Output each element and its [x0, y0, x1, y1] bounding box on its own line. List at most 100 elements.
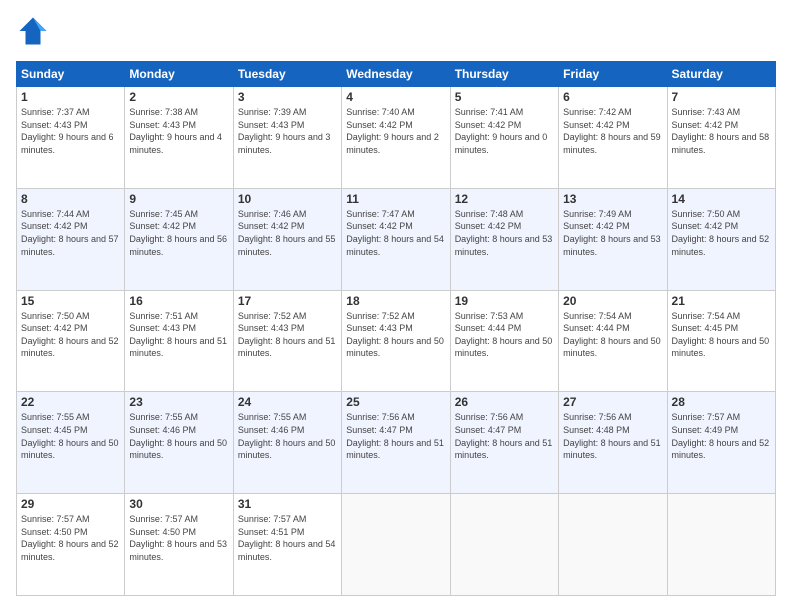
calendar-cell: 17 Sunrise: 7:52 AMSunset: 4:43 PMDayligh… — [233, 290, 341, 392]
calendar-cell: 31 Sunrise: 7:57 AMSunset: 4:51 PMDayligh… — [233, 494, 341, 596]
day-info: Sunrise: 7:45 AMSunset: 4:42 PMDaylight:… — [129, 208, 228, 258]
page: SundayMondayTuesdayWednesdayThursdayFrid… — [0, 0, 792, 612]
day-number: 30 — [129, 497, 228, 511]
day-number: 6 — [563, 90, 662, 104]
calendar-cell: 7 Sunrise: 7:43 AMSunset: 4:42 PMDaylight… — [667, 87, 775, 189]
day-info: Sunrise: 7:55 AMSunset: 4:46 PMDaylight:… — [129, 411, 228, 461]
calendar-cell: 28Sunrise: 7:57 AMSunset: 4:49 PMDayligh… — [667, 392, 775, 494]
day-number: 3 — [238, 90, 337, 104]
calendar-cell: 11 Sunrise: 7:47 AMSunset: 4:42 PMDayligh… — [342, 188, 450, 290]
day-info: Sunrise: 7:56 AMSunset: 4:47 PMDaylight:… — [455, 411, 554, 461]
day-number: 9 — [129, 192, 228, 206]
logo — [16, 16, 52, 51]
calendar-cell: 29Sunrise: 7:57 AMSunset: 4:50 PMDayligh… — [17, 494, 125, 596]
calendar-cell: 2 Sunrise: 7:38 AMSunset: 4:43 PMDaylight… — [125, 87, 233, 189]
day-info: Sunrise: 7:56 AMSunset: 4:48 PMDaylight:… — [563, 411, 662, 461]
calendar-cell: 13 Sunrise: 7:49 AMSunset: 4:42 PMDayligh… — [559, 188, 667, 290]
calendar-cell: 10 Sunrise: 7:46 AMSunset: 4:42 PMDayligh… — [233, 188, 341, 290]
calendar-cell — [342, 494, 450, 596]
day-info: Sunrise: 7:42 AMSunset: 4:42 PMDaylight:… — [563, 106, 662, 156]
calendar-cell: 18Sunrise: 7:52 AMSunset: 4:43 PMDayligh… — [342, 290, 450, 392]
calendar-cell — [450, 494, 558, 596]
day-info: Sunrise: 7:50 AMSunset: 4:42 PMDaylight:… — [672, 208, 771, 258]
day-info: Sunrise: 7:41 AMSunset: 4:42 PMDaylight:… — [455, 106, 554, 156]
day-number: 11 — [346, 192, 445, 206]
day-info: Sunrise: 7:55 AMSunset: 4:46 PMDaylight:… — [238, 411, 337, 461]
day-number: 26 — [455, 395, 554, 409]
calendar-cell — [667, 494, 775, 596]
day-number: 15 — [21, 294, 120, 308]
calendar-cell: 20 Sunrise: 7:54 AMSunset: 4:44 PMDayligh… — [559, 290, 667, 392]
weekday-header: Tuesday — [233, 62, 341, 87]
day-number: 20 — [563, 294, 662, 308]
day-number: 2 — [129, 90, 228, 104]
day-info: Sunrise: 7:44 AMSunset: 4:42 PMDaylight:… — [21, 208, 120, 258]
day-number: 4 — [346, 90, 445, 104]
day-info: Sunrise: 7:52 AMSunset: 4:43 PMDaylight:… — [346, 310, 445, 360]
day-info: Sunrise: 7:54 AMSunset: 4:45 PMDaylight:… — [672, 310, 771, 360]
calendar-cell: 30 Sunrise: 7:57 AMSunset: 4:50 PMDayligh… — [125, 494, 233, 596]
calendar-cell: 16Sunrise: 7:51 AMSunset: 4:43 PMDayligh… — [125, 290, 233, 392]
day-info: Sunrise: 7:50 AMSunset: 4:42 PMDaylight:… — [21, 310, 120, 360]
day-info: Sunrise: 7:37 AMSunset: 4:43 PMDaylight:… — [21, 106, 120, 156]
calendar-cell: 21 Sunrise: 7:54 AMSunset: 4:45 PMDayligh… — [667, 290, 775, 392]
day-number: 17 — [238, 294, 337, 308]
day-info: Sunrise: 7:46 AMSunset: 4:42 PMDaylight:… — [238, 208, 337, 258]
calendar-cell: 1 Sunrise: 7:37 AMSunset: 4:43 PMDaylight… — [17, 87, 125, 189]
day-info: Sunrise: 7:38 AMSunset: 4:43 PMDaylight:… — [129, 106, 228, 156]
calendar-cell: 19Sunrise: 7:53 AMSunset: 4:44 PMDayligh… — [450, 290, 558, 392]
calendar-cell: 15 Sunrise: 7:50 AMSunset: 4:42 PMDayligh… — [17, 290, 125, 392]
calendar-cell: 26 Sunrise: 7:56 AMSunset: 4:47 PMDayligh… — [450, 392, 558, 494]
day-number: 21 — [672, 294, 771, 308]
day-number: 22 — [21, 395, 120, 409]
calendar-cell: 5 Sunrise: 7:41 AMSunset: 4:42 PMDaylight… — [450, 87, 558, 189]
day-number: 31 — [238, 497, 337, 511]
day-number: 25 — [346, 395, 445, 409]
day-info: Sunrise: 7:57 AMSunset: 4:51 PMDaylight:… — [238, 513, 337, 563]
day-info: Sunrise: 7:40 AMSunset: 4:42 PMDaylight:… — [346, 106, 445, 156]
calendar-cell: 9 Sunrise: 7:45 AMSunset: 4:42 PMDaylight… — [125, 188, 233, 290]
day-number: 27 — [563, 395, 662, 409]
day-info: Sunrise: 7:43 AMSunset: 4:42 PMDaylight:… — [672, 106, 771, 156]
day-number: 14 — [672, 192, 771, 206]
day-info: Sunrise: 7:48 AMSunset: 4:42 PMDaylight:… — [455, 208, 554, 258]
weekday-header: Friday — [559, 62, 667, 87]
calendar-cell: 8 Sunrise: 7:44 AMSunset: 4:42 PMDaylight… — [17, 188, 125, 290]
calendar-cell: 4 Sunrise: 7:40 AMSunset: 4:42 PMDaylight… — [342, 87, 450, 189]
calendar-cell: 23 Sunrise: 7:55 AMSunset: 4:46 PMDayligh… — [125, 392, 233, 494]
day-number: 5 — [455, 90, 554, 104]
day-info: Sunrise: 7:57 AMSunset: 4:50 PMDaylight:… — [129, 513, 228, 563]
calendar-cell: 25 Sunrise: 7:56 AMSunset: 4:47 PMDayligh… — [342, 392, 450, 494]
day-info: Sunrise: 7:49 AMSunset: 4:42 PMDaylight:… — [563, 208, 662, 258]
day-info: Sunrise: 7:47 AMSunset: 4:42 PMDaylight:… — [346, 208, 445, 258]
calendar-cell: 22 Sunrise: 7:55 AMSunset: 4:45 PMDayligh… — [17, 392, 125, 494]
logo-icon — [18, 16, 48, 46]
day-info: Sunrise: 7:52 AMSunset: 4:43 PMDaylight:… — [238, 310, 337, 360]
day-number: 29 — [21, 497, 120, 511]
day-number: 10 — [238, 192, 337, 206]
calendar-cell — [559, 494, 667, 596]
header — [16, 16, 776, 51]
day-number: 1 — [21, 90, 120, 104]
weekday-header: Sunday — [17, 62, 125, 87]
day-number: 13 — [563, 192, 662, 206]
day-info: Sunrise: 7:39 AMSunset: 4:43 PMDaylight:… — [238, 106, 337, 156]
day-number: 23 — [129, 395, 228, 409]
calendar-cell: 24 Sunrise: 7:55 AMSunset: 4:46 PMDayligh… — [233, 392, 341, 494]
day-info: Sunrise: 7:53 AMSunset: 4:44 PMDaylight:… — [455, 310, 554, 360]
day-info: Sunrise: 7:55 AMSunset: 4:45 PMDaylight:… — [21, 411, 120, 461]
day-number: 7 — [672, 90, 771, 104]
calendar-cell: 27 Sunrise: 7:56 AMSunset: 4:48 PMDayligh… — [559, 392, 667, 494]
day-number: 24 — [238, 395, 337, 409]
calendar-cell: 14 Sunrise: 7:50 AMSunset: 4:42 PMDayligh… — [667, 188, 775, 290]
day-info: Sunrise: 7:54 AMSunset: 4:44 PMDaylight:… — [563, 310, 662, 360]
weekday-header: Saturday — [667, 62, 775, 87]
calendar-cell: 3 Sunrise: 7:39 AMSunset: 4:43 PMDaylight… — [233, 87, 341, 189]
day-number: 8 — [21, 192, 120, 206]
weekday-header: Monday — [125, 62, 233, 87]
calendar: SundayMondayTuesdayWednesdayThursdayFrid… — [16, 61, 776, 596]
day-info: Sunrise: 7:51 AMSunset: 4:43 PMDaylight:… — [129, 310, 228, 360]
day-info: Sunrise: 7:56 AMSunset: 4:47 PMDaylight:… — [346, 411, 445, 461]
day-number: 28 — [672, 395, 771, 409]
weekday-header: Wednesday — [342, 62, 450, 87]
